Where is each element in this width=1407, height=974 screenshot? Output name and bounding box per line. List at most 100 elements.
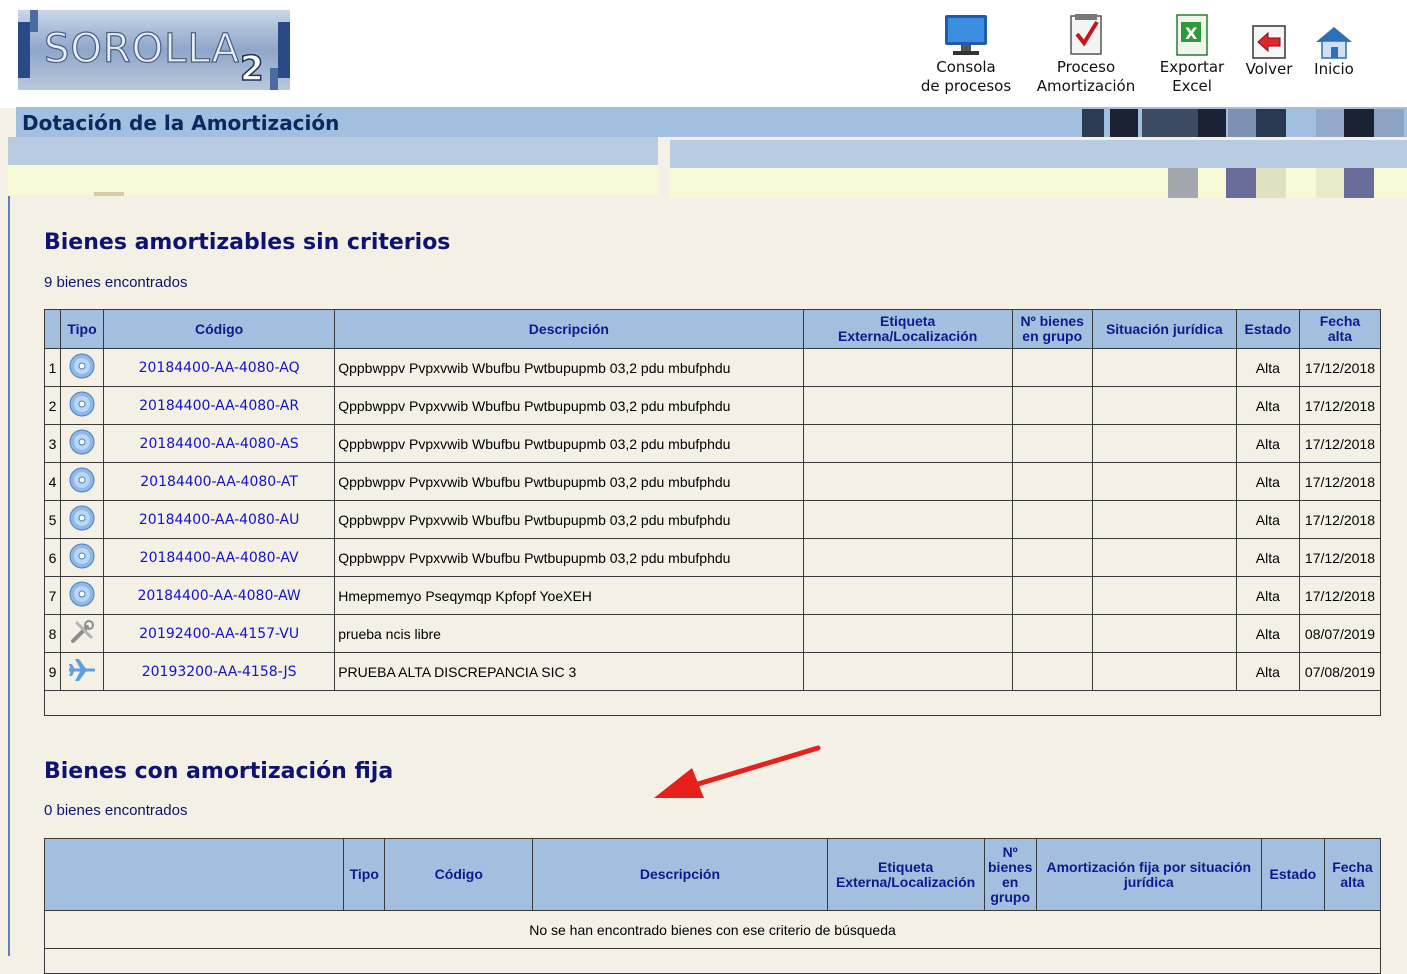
asset-description: Qppbwppv Pvpxvwib Wbufbu Pwtbupupmb 03,2… [334, 462, 804, 501]
asset-description: Qppbwppv Pvpxvwib Wbufbu Pwtbupupmb 03,2… [334, 386, 804, 425]
inicio-label: Inicio [1314, 60, 1354, 78]
redacted-filter-row [8, 137, 658, 165]
col-header-codigo[interactable]: Código [103, 309, 336, 349]
col-header-etiqueta[interactable]: Etiqueta Externa/Localización [802, 309, 1013, 349]
app-header: SOROLLA 2 Consola de procesos Proceso Am… [0, 0, 1407, 108]
row-number: 5 [44, 500, 61, 539]
col-header-estado[interactable]: Estado [1235, 309, 1300, 349]
col-header-nbienes[interactable]: Nº bienes en grupo [1011, 309, 1093, 349]
asset-situacion [1091, 424, 1237, 463]
asset-fecha-alta: 17/12/2018 [1298, 538, 1382, 577]
col-header-codigo[interactable]: Código [384, 838, 534, 911]
redacted-filter-row [670, 140, 1407, 168]
asset-fecha-alta: 08/07/2019 [1298, 614, 1382, 653]
page-title-bar: Dotación de la Amortización [16, 107, 1407, 137]
table-row: 7 20184400-AA-4080-AW Hmepmemyo Pseqymqp K… [44, 576, 1382, 615]
svg-text:2: 2 [240, 49, 264, 89]
asset-code-link[interactable]: 20184400-AA-4080-AW [103, 576, 336, 615]
proceso-line2: Amortización [1036, 77, 1136, 95]
section-count-sin-criterios: 9 bienes encontrados [44, 274, 188, 291]
asset-nbienes [1011, 614, 1093, 653]
inicio-button[interactable]: Inicio [1306, 24, 1362, 79]
asset-etiqueta [802, 462, 1013, 501]
proceso-amortizacion-button[interactable]: Proceso Amortización [1030, 12, 1142, 96]
asset-situacion [1091, 614, 1237, 653]
asset-estado: Alta [1235, 348, 1300, 387]
asset-code-link[interactable]: 20192400-AA-4157-VU [103, 614, 336, 653]
exportar-line1: Exportar [1159, 58, 1225, 76]
asset-etiqueta [802, 576, 1013, 615]
asset-fecha-alta: 17/12/2018 [1298, 500, 1382, 539]
pixelated-block [1228, 109, 1256, 137]
col-header-tipo[interactable]: Tipo [59, 309, 105, 349]
table-row: 2 20184400-AA-4080-AR Qppbwppv Pvpxvwib Wb… [44, 386, 1382, 425]
asset-description: Qppbwppv Pvpxvwib Wbufbu Pwtbupupmb 03,2… [334, 538, 804, 577]
col-header-fecha[interactable]: Fecha alta [1298, 309, 1382, 349]
pixelated-block [1316, 168, 1344, 198]
svg-text:SOROLLA: SOROLLA [44, 26, 240, 72]
asset-code-link[interactable]: 20184400-AA-4080-AS [103, 424, 336, 463]
table-row: 5 20184400-AA-4080-AU Qppbwppv Pvpxvwib Wb… [44, 500, 1382, 539]
asset-estado: Alta [1235, 386, 1300, 425]
asset-situacion [1091, 500, 1237, 539]
col-header-fecha[interactable]: Fecha alta [1323, 838, 1382, 911]
cd-icon [59, 576, 105, 615]
asset-code-link[interactable]: 20184400-AA-4080-AV [103, 538, 336, 577]
asset-nbienes [1011, 462, 1093, 501]
asset-nbienes [1011, 386, 1093, 425]
asset-fecha-alta: 07/08/2019 [1298, 652, 1382, 691]
pixelated-block [1168, 168, 1198, 198]
fecha-line1: Fecha [1319, 313, 1361, 329]
asset-situacion [1091, 576, 1237, 615]
row-number: 8 [44, 614, 61, 653]
consola-line1: Consola [936, 58, 996, 76]
pixelated-block [1226, 168, 1256, 198]
asset-code-link[interactable]: 20193200-AA-4158-JS [103, 652, 336, 691]
col-header-amortizacion-fija[interactable]: Amortización fija por situación jurídica [1035, 838, 1262, 911]
fecha-line2: alta [1340, 873, 1365, 890]
col-header-num [44, 309, 61, 349]
cd-icon [59, 500, 105, 539]
proceso-line1: Proceso [1056, 58, 1116, 76]
asset-estado: Alta [1235, 652, 1300, 691]
pixelated-block [1082, 109, 1104, 137]
asset-code-link[interactable]: 20184400-AA-4080-AT [103, 462, 336, 501]
asset-fecha-alta: 17/12/2018 [1298, 462, 1382, 501]
asset-description: prueba ncis libre [334, 614, 804, 653]
col-header-descripcion[interactable]: Descripción [532, 838, 828, 911]
col-header-nbienes[interactable]: Nº bienes en grupo [983, 838, 1037, 911]
cd-icon [59, 462, 105, 501]
sorolla-logo[interactable]: SOROLLA 2 [18, 10, 290, 90]
col-header-etiqueta[interactable]: Etiqueta Externa/Localización [826, 838, 985, 911]
asset-estado: Alta [1235, 462, 1300, 501]
asset-nbienes [1011, 348, 1093, 387]
asset-code-link[interactable]: 20184400-AA-4080-AU [103, 500, 336, 539]
exportar-excel-button[interactable]: X Exportar Excel [1150, 12, 1234, 96]
consola-procesos-button[interactable]: Consola de procesos [916, 12, 1016, 96]
col-header-estado[interactable]: Estado [1260, 838, 1325, 911]
asset-etiqueta [802, 652, 1013, 691]
table-amortizacion-fija: Tipo Código Descripción Etiqueta Externa/… [43, 838, 1382, 974]
col-header-tipo[interactable]: Tipo [343, 838, 386, 911]
col-header-descripcion[interactable]: Descripción [334, 309, 804, 349]
pixelated-block [1198, 109, 1226, 137]
pixelated-block [1316, 109, 1344, 137]
asset-estado: Alta [1235, 500, 1300, 539]
asset-nbienes [1011, 424, 1093, 463]
row-number: 9 [44, 652, 61, 691]
checklist-icon [1070, 14, 1102, 55]
asset-fecha-alta: 17/12/2018 [1298, 576, 1382, 615]
row-number: 7 [44, 576, 61, 615]
pixelated-block [1256, 168, 1286, 198]
asset-fecha-alta: 17/12/2018 [1298, 386, 1382, 425]
etiqueta-line2: Externa/Localización [835, 873, 976, 890]
asset-code-link[interactable]: 20184400-AA-4080-AQ [103, 348, 336, 387]
fecha-line2: alta [1327, 328, 1352, 344]
cd-icon [59, 538, 105, 577]
col-header-situacion[interactable]: Situación jurídica [1091, 309, 1237, 349]
etiqueta-line1: Etiqueta [878, 858, 934, 875]
asset-situacion [1091, 462, 1237, 501]
asset-code-link[interactable]: 20184400-AA-4080-AR [103, 386, 336, 425]
asset-etiqueta [802, 386, 1013, 425]
volver-button[interactable]: Volver [1240, 24, 1298, 79]
